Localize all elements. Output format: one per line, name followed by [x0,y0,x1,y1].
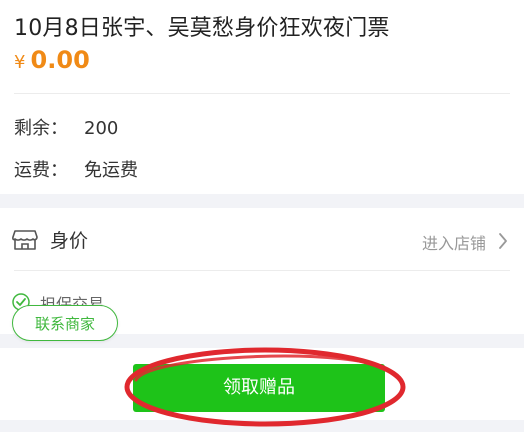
product-price: ¥ 0.00 [14,46,90,74]
chevron-right-icon [499,233,507,249]
stock-label: 剩余： [14,118,68,139]
shipping-row: 运费： 免运费 [14,156,138,182]
enter-store-link[interactable]: 进入店铺 [422,230,486,254]
product-info-card: 10月8日张宇、吴莫愁身价狂欢夜门票 ¥ 0.00 剩余： 200 运费： 免运费 [0,0,524,194]
divider [14,270,510,271]
shipping-label: 运费： [14,160,68,181]
stock-value: 200 [84,118,119,139]
divider [14,93,510,94]
shipping-value: 免运费 [84,160,138,181]
price-amount: 0.00 [30,46,90,74]
store-icon [12,230,38,250]
stock-row: 剩余： 200 [14,114,118,140]
contact-merchant-button[interactable]: 联系商家 [12,305,118,341]
store-name: 身价 [50,230,89,252]
store-row[interactable]: 身价 进入店铺 [0,208,524,270]
bottom-strip [0,420,524,432]
claim-gift-button[interactable]: 领取赠品 [133,364,385,412]
currency-symbol: ¥ [14,52,26,73]
section-gap [0,194,524,208]
product-title: 10月8日张宇、吴莫愁身价狂欢夜门票 [14,16,390,41]
